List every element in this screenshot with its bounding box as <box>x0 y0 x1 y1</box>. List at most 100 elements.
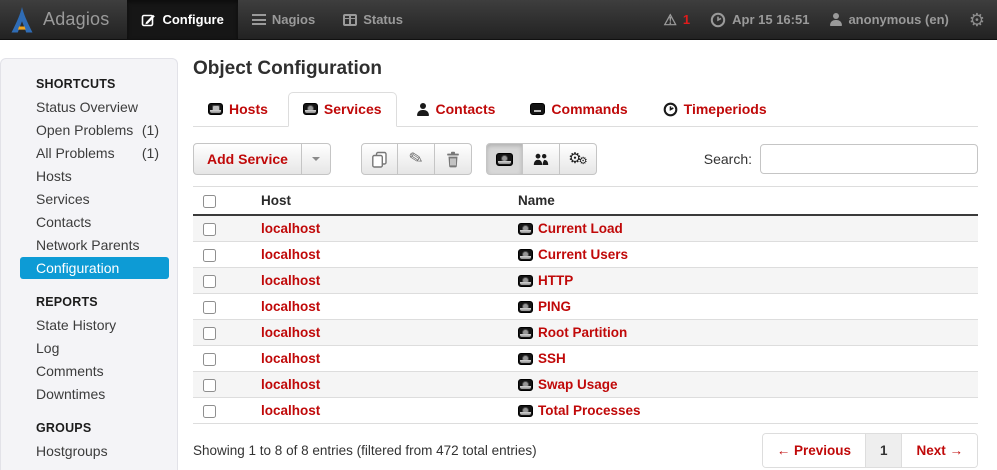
alerts-indicator[interactable]: ⚠ 1 <box>663 11 690 29</box>
item-label: Network Parents <box>36 237 139 253</box>
tab-contacts[interactable]: Contacts <box>402 92 511 127</box>
item-label: Downtimes <box>36 386 105 402</box>
sidebar-item-contacts[interactable]: Contacts <box>20 211 169 233</box>
tab-commands[interactable]: Commands <box>515 92 642 127</box>
sidebar-section-shortcuts: SHORTCUTS Status Overview Open Problems … <box>1 71 177 279</box>
current-page-button[interactable]: 1 <box>865 434 902 467</box>
tab-hosts[interactable]: Hosts <box>193 92 283 127</box>
host-link[interactable]: localhost <box>261 247 320 262</box>
service-icon <box>518 327 533 339</box>
main-content: Object Configuration Hosts Services Cont… <box>178 40 997 470</box>
service-link[interactable]: Root Partition <box>538 325 627 340</box>
sidebar-item-state-history[interactable]: State History <box>20 314 169 336</box>
app-brand[interactable]: Adagios <box>0 0 127 39</box>
nav-item-nagios[interactable]: Nagios <box>238 0 329 39</box>
service-link[interactable]: SSH <box>538 351 566 366</box>
copy-button[interactable] <box>361 143 398 175</box>
row-checkbox[interactable] <box>203 327 216 340</box>
add-service-button[interactable]: Add Service <box>193 143 302 175</box>
service-link[interactable]: HTTP <box>538 273 573 288</box>
add-service-dropdown-toggle[interactable] <box>302 143 331 175</box>
service-icon <box>518 353 533 365</box>
service-link[interactable]: Current Load <box>538 221 623 236</box>
item-label: State History <box>36 317 116 333</box>
row-checkbox[interactable] <box>203 301 216 314</box>
item-label: Services <box>36 191 90 207</box>
navbar-status-area: ⚠ 1 Apr 15 16:51 anonymous (en) ⚙ <box>663 0 997 39</box>
warning-icon: ⚠ <box>663 11 676 29</box>
settings-gear-icon[interactable]: ⚙ <box>969 11 985 29</box>
top-navbar: Adagios Configure Nagios Status ⚠ 1 <box>0 0 997 40</box>
row-action-group: ✎ <box>361 143 472 175</box>
service-link[interactable]: Current Users <box>538 247 628 262</box>
host-link[interactable]: localhost <box>261 403 320 418</box>
sidebar-item-hostgroups[interactable]: Hostgroups <box>20 440 169 462</box>
row-checkbox[interactable] <box>203 223 216 236</box>
sidebar-item-open-problems[interactable]: Open Problems (1) <box>20 119 169 141</box>
main-nav: Configure Nagios Status <box>127 0 416 39</box>
service-link[interactable]: Swap Usage <box>538 377 618 392</box>
sidebar-item-all-problems[interactable]: All Problems (1) <box>20 142 169 164</box>
table-row: localhost Current Load <box>193 215 978 242</box>
service-icon <box>518 249 533 261</box>
tab-label: Timeperiods <box>684 101 767 117</box>
search-input[interactable] <box>760 144 978 174</box>
sidebar-item-configuration[interactable]: Configuration <box>20 257 169 279</box>
people-icon <box>533 153 549 166</box>
sidebar-item-hosts[interactable]: Hosts <box>20 165 169 187</box>
app-title: Adagios <box>43 9 109 30</box>
sidebar-item-log[interactable]: Log <box>20 337 169 359</box>
row-checkbox[interactable] <box>203 379 216 392</box>
contacts-view-toggle[interactable] <box>523 143 560 175</box>
adagios-logo-icon <box>10 6 34 34</box>
table-icon <box>343 14 357 26</box>
host-link[interactable]: localhost <box>261 273 320 288</box>
row-checkbox[interactable] <box>203 249 216 262</box>
delete-button[interactable] <box>435 143 472 175</box>
service-icon <box>518 275 533 287</box>
host-link[interactable]: localhost <box>261 325 320 340</box>
sidebar-item-comments[interactable]: Comments <box>20 360 169 382</box>
sidebar-item-services[interactable]: Services <box>20 188 169 210</box>
table-header-row: Host Name <box>193 187 978 216</box>
section-title: GROUPS <box>1 415 177 440</box>
nav-item-status[interactable]: Status <box>329 0 417 39</box>
sidebar-item-status-overview[interactable]: Status Overview <box>20 96 169 118</box>
table-row: localhost Root Partition <box>193 320 978 346</box>
nav-item-configure[interactable]: Configure <box>127 0 237 39</box>
username-text: anonymous (en) <box>848 12 948 27</box>
previous-page-button[interactable]: ← Previous <box>763 434 865 467</box>
tab-label: Commands <box>551 101 627 117</box>
table-row: localhost SSH <box>193 346 978 372</box>
service-link[interactable]: Total Processes <box>538 403 641 418</box>
tab-services[interactable]: Services <box>288 92 397 127</box>
row-checkbox[interactable] <box>203 405 216 418</box>
tab-timeperiods[interactable]: Timeperiods <box>648 92 782 127</box>
sidebar-section-groups: GROUPS Hostgroups <box>1 415 177 462</box>
next-page-button[interactable]: Next → <box>901 434 977 467</box>
user-menu[interactable]: anonymous (en) <box>829 12 948 27</box>
host-link[interactable]: localhost <box>261 221 320 236</box>
table-row: localhost Total Processes <box>193 398 978 424</box>
item-count: (1) <box>142 145 159 161</box>
advanced-view-toggle[interactable]: ⚙⚙ <box>560 143 597 175</box>
host-link[interactable]: localhost <box>261 299 320 314</box>
clock-icon <box>710 12 726 28</box>
table-row: localhost Swap Usage <box>193 372 978 398</box>
item-label: Comments <box>36 363 104 379</box>
column-header-host[interactable]: Host <box>251 187 508 216</box>
service-link[interactable]: PING <box>538 299 571 314</box>
item-label: Open Problems <box>36 122 133 138</box>
row-checkbox[interactable] <box>203 353 216 366</box>
host-link[interactable]: localhost <box>261 377 320 392</box>
edit-button[interactable]: ✎ <box>398 143 435 175</box>
select-all-checkbox[interactable] <box>203 195 216 208</box>
sidebar-item-network-parents[interactable]: Network Parents <box>20 234 169 256</box>
service-icon <box>518 301 533 313</box>
column-header-name[interactable]: Name <box>508 187 978 216</box>
host-link[interactable]: localhost <box>261 351 320 366</box>
sidebar-item-downtimes[interactable]: Downtimes <box>20 383 169 405</box>
services-view-toggle[interactable] <box>486 143 523 175</box>
row-checkbox[interactable] <box>203 275 216 288</box>
sidebar: SHORTCUTS Status Overview Open Problems … <box>0 58 178 470</box>
